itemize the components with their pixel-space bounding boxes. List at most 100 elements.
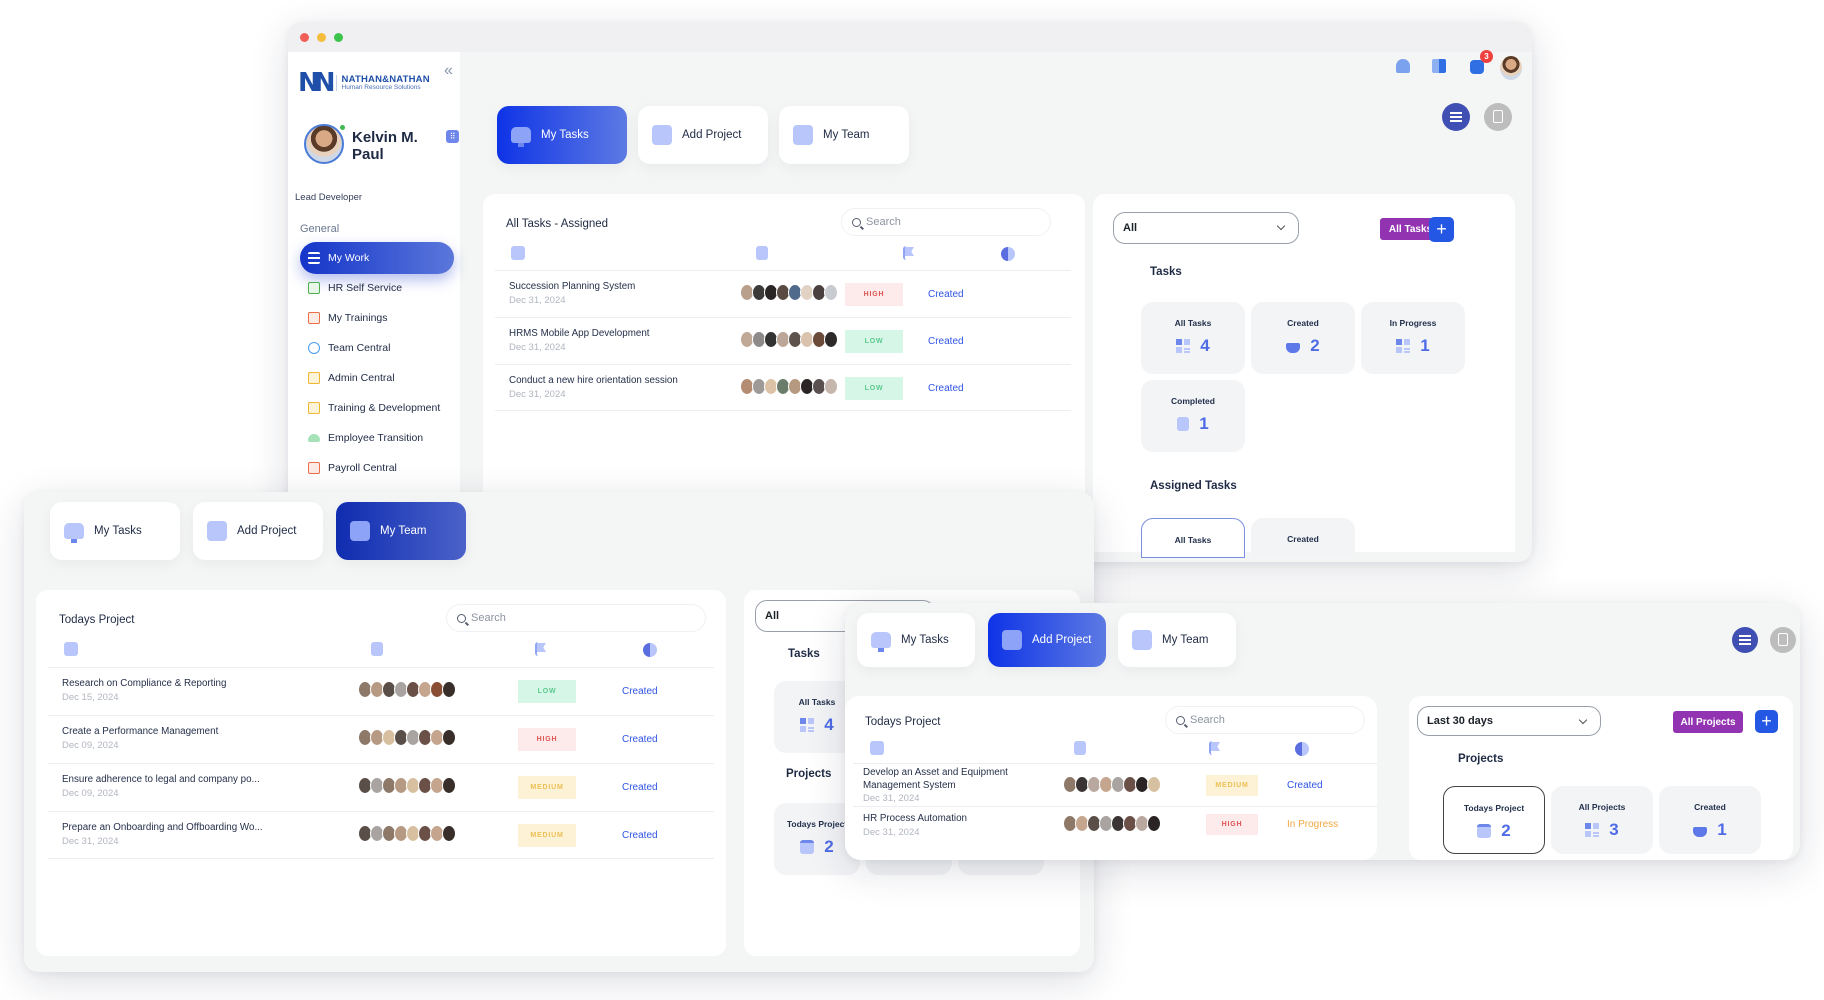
collapse-sidebar-icon[interactable]: «: [444, 62, 453, 80]
stat-value: 2: [824, 837, 834, 856]
tab-add-project[interactable]: Add Project: [638, 106, 768, 164]
sidebar-item-employee-transition[interactable]: Employee Transition: [300, 422, 454, 454]
monitor-icon: [511, 127, 531, 147]
sidebar-item-label: Employee Transition: [328, 432, 424, 444]
tab-my-tasks[interactable]: My Tasks: [497, 106, 627, 164]
all-projects-button[interactable]: All Projects: [1673, 711, 1743, 733]
filter-dropdown[interactable]: Last 30 days: [1417, 706, 1601, 736]
table-row[interactable]: Develop an Asset and Equipment Managemen…: [853, 763, 1377, 806]
basket-icon: [1286, 343, 1301, 353]
grid-icon: [1396, 339, 1411, 353]
tab-my-team[interactable]: My Team: [779, 106, 909, 164]
minimize-window-button[interactable]: [317, 32, 326, 42]
assignee-avatars[interactable]: [1063, 815, 1161, 832]
table-row[interactable]: Ensure adherence to legal and company po…: [48, 763, 714, 811]
search-input[interactable]: Search: [1165, 706, 1365, 734]
priority-badge: HIGH: [518, 728, 576, 751]
sidebar-item-team-central[interactable]: Team Central: [300, 332, 454, 364]
project-column-icon: [64, 642, 78, 656]
sidebar-item-admin-central[interactable]: Admin Central: [300, 362, 454, 394]
tab-my-team[interactable]: My Team: [336, 502, 466, 560]
assignee-avatars[interactable]: [358, 777, 456, 794]
brand-logo[interactable]: NN NATHAN&NATHAN Human Resource Solution…: [298, 70, 430, 96]
table-row[interactable]: HRMS Mobile App Development Dec 31, 2024…: [495, 317, 1071, 364]
sidebar-item-my-trainings[interactable]: My Trainings: [300, 302, 454, 334]
users-icon: [308, 342, 320, 354]
stat-card-in-progress[interactable]: In Progress 1: [1361, 302, 1465, 374]
maximize-window-button[interactable]: [334, 32, 343, 42]
filter-dropdown[interactable]: All: [1113, 212, 1299, 244]
row-date: Dec 09, 2024: [62, 788, 119, 799]
clipboard-icon: [1778, 633, 1788, 646]
table-row[interactable]: Succession Planning System Dec 31, 2024 …: [495, 270, 1071, 317]
table-row[interactable]: Prepare an Onboarding and Offboarding Wo…: [48, 811, 714, 859]
sidebar-item-training-development[interactable]: Training & Development: [300, 392, 454, 424]
assignee-avatars[interactable]: [358, 825, 456, 842]
stat-card-created[interactable]: Created 1: [1659, 786, 1761, 854]
priority-column-icon: [903, 246, 915, 260]
edit-note-icon: [1002, 630, 1022, 650]
stat-card-completed[interactable]: Completed 1: [1141, 380, 1245, 452]
clipboard-view-button[interactable]: [1770, 627, 1796, 653]
list-view-button[interactable]: [1732, 627, 1758, 653]
home-icon[interactable]: [1396, 59, 1410, 73]
sidebar-item-my-work[interactable]: My Work: [300, 242, 454, 274]
brand-tagline: Human Resource Solutions: [341, 83, 421, 91]
tab-add-project[interactable]: Add Project: [988, 613, 1106, 667]
assignee-avatars[interactable]: [740, 284, 838, 301]
search-icon: [852, 217, 861, 227]
assignee-avatars[interactable]: [1063, 776, 1161, 793]
monitor-icon: [64, 523, 84, 543]
assignee-avatars[interactable]: [740, 331, 838, 348]
stat-card-all-projects[interactable]: All Projects 3: [1551, 786, 1653, 854]
assignee-avatars[interactable]: [740, 378, 838, 395]
search-input[interactable]: Search: [841, 208, 1051, 236]
assignee-avatar: [442, 681, 456, 698]
stat-label: Created: [1287, 318, 1319, 328]
sidebar-item-hr-self-service[interactable]: HR Self Service: [300, 272, 454, 304]
tab-add-project[interactable]: Add Project: [193, 502, 323, 560]
stat-card-created[interactable]: Created 2: [1251, 302, 1355, 374]
add-project-button[interactable]: +: [1755, 710, 1778, 733]
message-icon[interactable]: [1470, 60, 1484, 74]
profile-avatar[interactable]: [1500, 56, 1522, 80]
filter-value: All: [1123, 222, 1138, 234]
list-view-button[interactable]: [1442, 103, 1470, 131]
clipboard-view-button[interactable]: [1484, 103, 1512, 131]
tab-label: My Team: [1162, 634, 1209, 646]
row-date: Dec 09, 2024: [62, 740, 119, 751]
grid-icon: [1176, 339, 1191, 353]
search-input[interactable]: Search: [446, 604, 706, 632]
apps-icon[interactable]: ⠿: [446, 130, 459, 143]
stat-label: All Projects: [1578, 802, 1626, 812]
stat-card-all-tasks[interactable]: All Tasks 4: [1141, 302, 1245, 374]
assigned-card-all-tasks[interactable]: All Tasks: [1141, 518, 1245, 558]
user-role: Lead Developer: [295, 192, 363, 203]
sidebar-item-payroll-central[interactable]: Payroll Central: [300, 452, 454, 484]
edit-note-icon: [207, 521, 227, 541]
assigned-card-created[interactable]: Created: [1251, 518, 1355, 558]
priority-badge: LOW: [845, 330, 903, 353]
table-row[interactable]: Create a Performance Management Dec 09, …: [48, 715, 714, 763]
tab-my-tasks[interactable]: My Tasks: [50, 502, 180, 560]
tab-my-tasks[interactable]: My Tasks: [857, 613, 975, 667]
table-row[interactable]: Conduct a new hire orientation session D…: [495, 364, 1071, 411]
close-window-button[interactable]: [300, 32, 309, 42]
table-icon: [308, 402, 320, 414]
clipboard-icon: [1493, 110, 1503, 123]
book-icon[interactable]: [1432, 59, 1446, 73]
stat-value: 4: [824, 715, 834, 734]
user-avatar[interactable]: [304, 124, 344, 164]
stat-card-todays-project[interactable]: Todays Project 2: [1443, 786, 1545, 854]
online-status-icon: [339, 124, 346, 131]
table-row[interactable]: HR Process Automation Dec 31, 2024 HIGH …: [853, 806, 1377, 849]
assignee-avatars[interactable]: [358, 681, 456, 698]
project-column-icon: [511, 246, 525, 260]
row-title: HRMS Mobile App Development: [509, 328, 650, 339]
tab-my-team[interactable]: My Team: [1118, 613, 1236, 667]
table-row[interactable]: Research on Compliance & Reporting Dec 1…: [48, 667, 714, 715]
assignee-avatars[interactable]: [358, 729, 456, 746]
table-icon: [308, 372, 320, 384]
notification-badge: 3: [1480, 50, 1493, 63]
add-task-button[interactable]: +: [1429, 217, 1454, 242]
